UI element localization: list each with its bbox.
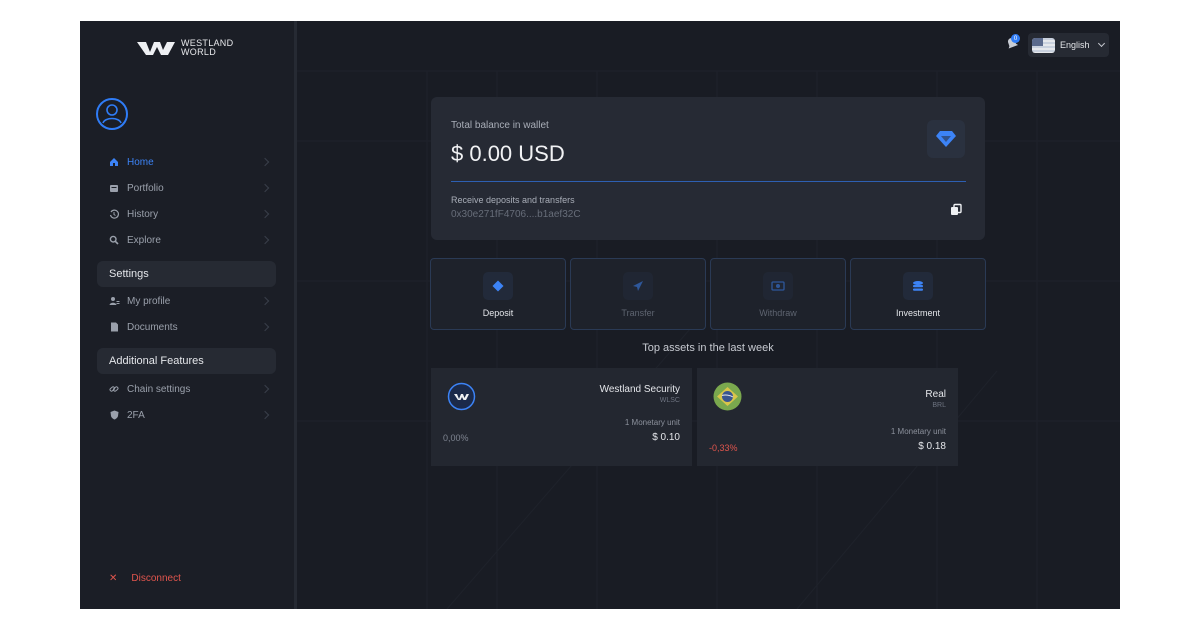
sidebar-item-label: History — [127, 208, 159, 220]
bank-icon — [763, 272, 793, 300]
additional-features-heading: Additional Features — [97, 348, 276, 374]
close-icon: ✕ — [109, 573, 118, 584]
notification-count-badge: 0 — [1011, 34, 1020, 43]
chevron-right-icon — [260, 384, 270, 394]
asset-unit-label: 1 Monetary unit — [624, 418, 680, 427]
sidebar-item-chain-settings[interactable]: Chain settings — [108, 380, 270, 398]
sidebar-item-portfolio[interactable]: Portfolio — [108, 179, 270, 197]
receive-label: Receive deposits and transfers — [451, 195, 575, 205]
copy-icon[interactable] — [949, 203, 963, 217]
wallet-address: 0x30e271fF4706....b1aef32C — [451, 209, 581, 220]
asset-name: Real — [925, 389, 946, 400]
sidebar-item-home[interactable]: Home — [108, 153, 270, 171]
asset-name: Westland Security — [599, 384, 680, 395]
chevron-right-icon — [260, 296, 270, 306]
explore-icon — [108, 234, 120, 246]
deposit-button[interactable]: Deposit — [430, 258, 566, 330]
language-selector[interactable]: English — [1028, 33, 1109, 57]
sidebar-divider — [294, 21, 297, 609]
withdraw-label: Withdraw — [759, 308, 797, 318]
sidebar-item-label: Home — [127, 156, 154, 168]
sidebar-item-documents[interactable]: Documents — [108, 318, 270, 336]
chevron-down-icon — [1097, 39, 1105, 48]
sidebar: WESTLAND WORLD Home Portfolio History Ex… — [80, 21, 294, 609]
send-icon — [623, 272, 653, 300]
asset-card-wlsc[interactable]: Westland Security WLSC 1 Monetary unit $… — [431, 368, 692, 466]
sidebar-item-history[interactable]: History — [108, 205, 270, 223]
chevron-right-icon — [260, 410, 270, 420]
portfolio-icon — [108, 182, 120, 194]
sidebar-item-label: Portfolio — [127, 182, 164, 194]
investment-label: Investment — [895, 308, 941, 318]
sidebar-item-my-profile[interactable]: My profile — [108, 292, 270, 310]
disconnect-button[interactable]: ✕ Disconnect — [109, 573, 181, 584]
diamond-icon — [483, 272, 513, 300]
asset-card-brl[interactable]: Real BRL 1 Monetary unit $ 0.18 -0,33% — [697, 368, 958, 466]
balance-divider — [451, 181, 966, 182]
user-icon — [102, 104, 122, 124]
gem-icon — [927, 120, 965, 158]
westland-security-logo-icon — [447, 382, 476, 411]
asset-change: 0,00% — [443, 433, 469, 443]
us-flag-icon — [1032, 37, 1055, 53]
balance-value: $ 0.00 USD — [451, 141, 565, 166]
coins-icon — [903, 272, 933, 300]
disconnect-label: Disconnect — [131, 573, 181, 584]
asset-code: BRL — [932, 402, 946, 409]
asset-unit-label: 1 Monetary unit — [890, 427, 946, 436]
brand-name-line2: WORLD — [181, 47, 216, 57]
avatar[interactable] — [96, 98, 128, 130]
chevron-right-icon — [260, 157, 270, 167]
wallet-balance-card: Total balance in wallet $ 0.00 USD Recei… — [431, 97, 985, 240]
language-label: English — [1060, 40, 1090, 50]
link-icon — [108, 383, 120, 395]
sidebar-item-label: Documents — [127, 321, 178, 333]
top-assets-title: Top assets in the last week — [642, 342, 774, 354]
brand-logo[interactable]: WESTLAND WORLD — [137, 39, 233, 57]
chevron-right-icon — [260, 322, 270, 332]
investment-button[interactable]: Investment — [850, 258, 986, 330]
chevron-right-icon — [260, 209, 270, 219]
asset-code: WLSC — [659, 397, 680, 404]
balance-label: Total balance in wallet — [451, 120, 549, 131]
transfer-label: Transfer — [621, 308, 655, 318]
profile-icon — [108, 295, 120, 307]
sidebar-item-label: Chain settings — [127, 383, 191, 395]
sidebar-item-label: 2FA — [127, 409, 145, 421]
sidebar-item-label: My profile — [127, 295, 171, 307]
sidebar-item-label: Explore — [127, 234, 161, 246]
westland-logo-icon — [137, 42, 175, 55]
sidebar-item-explore[interactable]: Explore — [108, 231, 270, 249]
app-window: WESTLAND WORLD Home Portfolio History Ex… — [80, 21, 1120, 609]
asset-price: $ 0.10 — [652, 432, 680, 443]
transfer-button[interactable]: Transfer — [570, 258, 706, 330]
chevron-right-icon — [260, 235, 270, 245]
document-icon — [108, 321, 120, 333]
home-icon — [108, 156, 120, 168]
asset-price: $ 0.18 — [918, 441, 946, 452]
withdraw-button[interactable]: Withdraw — [710, 258, 846, 330]
chevron-right-icon — [260, 183, 270, 193]
asset-change: -0,33% — [709, 443, 738, 453]
deposit-label: Deposit — [482, 308, 514, 318]
history-icon — [108, 208, 120, 220]
settings-section-heading: Settings — [97, 261, 276, 287]
brazil-flag-icon — [713, 382, 742, 411]
shield-icon — [108, 409, 120, 421]
sidebar-item-2fa[interactable]: 2FA — [108, 406, 270, 424]
